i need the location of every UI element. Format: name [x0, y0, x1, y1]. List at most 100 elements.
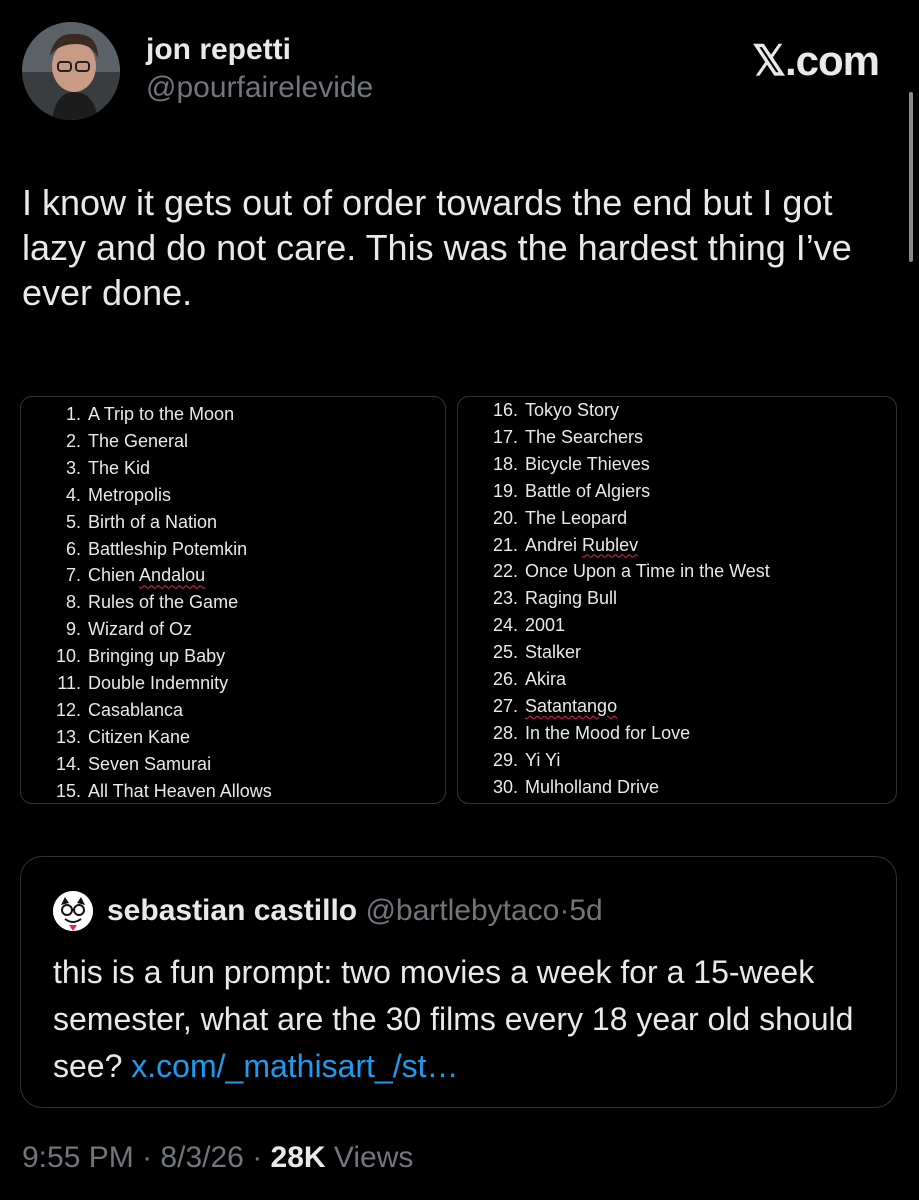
- film-number: 13.: [55, 726, 81, 747]
- film-list-item: 3. The Kid: [21, 455, 445, 482]
- quoted-tweet-text: this is a fun prompt: two movies a week …: [53, 949, 883, 1090]
- film-title: The General: [88, 430, 189, 451]
- film-list-item: 30. Mulholland Drive: [458, 774, 896, 801]
- film-number: 16.: [492, 400, 518, 420]
- film-list-item: 29. Yi Yi: [458, 747, 896, 774]
- film-number: 22.: [492, 561, 518, 582]
- film-number: 24.: [492, 615, 518, 636]
- film-number: 14.: [55, 753, 81, 774]
- film-title: Akira: [525, 669, 567, 690]
- film-number: 20.: [492, 507, 518, 528]
- film-title: Andrei Rublev: [525, 534, 639, 555]
- film-title: Battleship Potemkin: [88, 538, 248, 559]
- film-list-image-right[interactable]: 16. Tokyo Story 17. The Searchers 18. Bicycle…: [457, 396, 897, 804]
- film-number: 27.: [492, 695, 518, 716]
- film-title: Stalker: [525, 642, 582, 663]
- quoted-author-name[interactable]: sebastian castillo: [107, 894, 357, 927]
- film-number: 9.: [65, 619, 81, 640]
- tweet-meta: 9:55 PM · 8/3/26 · 28K Views: [22, 1138, 413, 1178]
- separator-dot: ·: [142, 1141, 153, 1174]
- film-number: 12.: [55, 699, 81, 720]
- film-list-item: 18. Bicycle Thieves: [458, 451, 896, 478]
- film-list-item: 17. The Searchers: [458, 424, 896, 451]
- film-number: 3.: [65, 457, 81, 478]
- film-title: The Kid: [88, 457, 151, 478]
- film-title: A Trip to the Moon: [88, 404, 235, 424]
- quoted-author-handle[interactable]: @bartlebytaco: [365, 894, 559, 927]
- film-list-item: 14. Seven Samurai: [21, 751, 445, 778]
- cartoon-face-icon: [53, 891, 93, 931]
- author-display-name[interactable]: jon repetti: [146, 32, 373, 68]
- quoted-tweet-link[interactable]: x.com/_mathisart_/st…: [131, 1048, 458, 1084]
- film-number: 28.: [492, 722, 518, 743]
- film-number: 15.: [55, 780, 81, 801]
- film-title: Satantango: [525, 696, 617, 716]
- film-title: Double Indemnity: [88, 673, 229, 694]
- film-title: Tokyo Story: [525, 400, 620, 420]
- film-number: 1.: [65, 404, 81, 424]
- film-title: Wizard of Oz: [88, 619, 193, 640]
- film-number: 23.: [492, 588, 518, 609]
- film-number: 10.: [55, 646, 81, 667]
- quoted-tweet-time[interactable]: 5d: [569, 894, 602, 927]
- quoted-tweet-header: sebastian castillo @bartlebytaco·5d: [107, 893, 603, 929]
- film-list-item: 12. Casablanca: [21, 697, 445, 724]
- tweet-time[interactable]: 9:55 PM: [22, 1141, 134, 1174]
- author-names: jon repetti @pourfairelevide: [146, 32, 373, 108]
- film-number: 21.: [492, 534, 518, 555]
- author-avatar-image: [22, 22, 120, 120]
- film-list-item: 4. Metropolis: [21, 482, 445, 509]
- spellcheck-underline: Andalou: [139, 565, 206, 586]
- film-list-item: 6. Battleship Potemkin: [21, 536, 445, 563]
- quoted-tweet[interactable]: sebastian castillo @bartlebytaco·5d this…: [20, 856, 897, 1108]
- author-handle[interactable]: @pourfairelevide: [146, 68, 373, 108]
- film-list-item: 28. In the Mood for Love: [458, 720, 896, 747]
- film-title: All That Heaven Allows: [88, 780, 272, 801]
- film-title: Rules of the Game: [88, 592, 239, 613]
- film-title: Raging Bull: [525, 588, 618, 609]
- film-number: 2.: [65, 430, 81, 451]
- film-list-item: 13. Citizen Kane: [21, 724, 445, 751]
- spellcheck-underline: Rublev: [582, 534, 639, 555]
- film-title: Yi Yi: [525, 749, 561, 770]
- tweet-header: jon repetti @pourfairelevide 𝕏.com: [22, 22, 897, 122]
- separator-dot: ·: [252, 1141, 263, 1174]
- film-number: 6.: [65, 538, 81, 559]
- film-title: Bicycle Thieves: [525, 453, 650, 474]
- film-list-item: 8. Rules of the Game: [21, 589, 445, 616]
- film-title: Bringing up Baby: [88, 646, 226, 667]
- film-list-image-left[interactable]: 1. A Trip to the Moon 2. The General 3. The K…: [20, 396, 446, 804]
- film-list-item: 11. Double Indemnity: [21, 670, 445, 697]
- film-list-right: 16. Tokyo Story 17. The Searchers 18. Bicycle…: [458, 397, 896, 801]
- film-list-item: 15. All That Heaven Allows: [21, 778, 445, 805]
- film-list-item: 25. Stalker: [458, 639, 896, 666]
- film-list-item: 10. Bringing up Baby: [21, 643, 445, 670]
- film-number: 11.: [57, 673, 81, 694]
- film-number: 18.: [492, 453, 518, 474]
- film-title: The Searchers: [525, 426, 644, 447]
- views-label: Views: [333, 1141, 414, 1174]
- film-title: Once Upon a Time in the West: [525, 561, 770, 582]
- film-list-item: 1. A Trip to the Moon: [21, 401, 445, 428]
- film-title: Battle of Algiers: [525, 480, 651, 501]
- film-number: 25.: [492, 642, 518, 663]
- tweet-text: I know it gets out of order towards the …: [22, 182, 852, 313]
- film-title: Chien Andalou: [88, 565, 206, 586]
- author-avatar[interactable]: [22, 22, 120, 120]
- tweet-date[interactable]: 8/3/26: [160, 1141, 243, 1174]
- film-number: 4.: [65, 484, 81, 505]
- film-title: Metropolis: [88, 484, 172, 505]
- film-list-item: 22. Once Upon a Time in the West: [458, 558, 896, 585]
- film-title: Casablanca: [88, 699, 184, 720]
- film-list-item: 24. 2001: [458, 612, 896, 639]
- scrollbar[interactable]: [909, 92, 913, 262]
- film-title: Birth of a Nation: [88, 511, 218, 532]
- film-list-left: 1. A Trip to the Moon 2. The General 3. The K…: [21, 401, 445, 805]
- film-title: 2001: [525, 615, 566, 636]
- film-list-item: 21. Andrei Rublev: [458, 532, 896, 559]
- film-number: 30.: [492, 776, 518, 797]
- film-number: 7.: [65, 565, 81, 586]
- film-list-item: 26. Akira: [458, 666, 896, 693]
- film-list-item: 16. Tokyo Story: [458, 397, 896, 424]
- views-count[interactable]: 28K: [271, 1141, 326, 1174]
